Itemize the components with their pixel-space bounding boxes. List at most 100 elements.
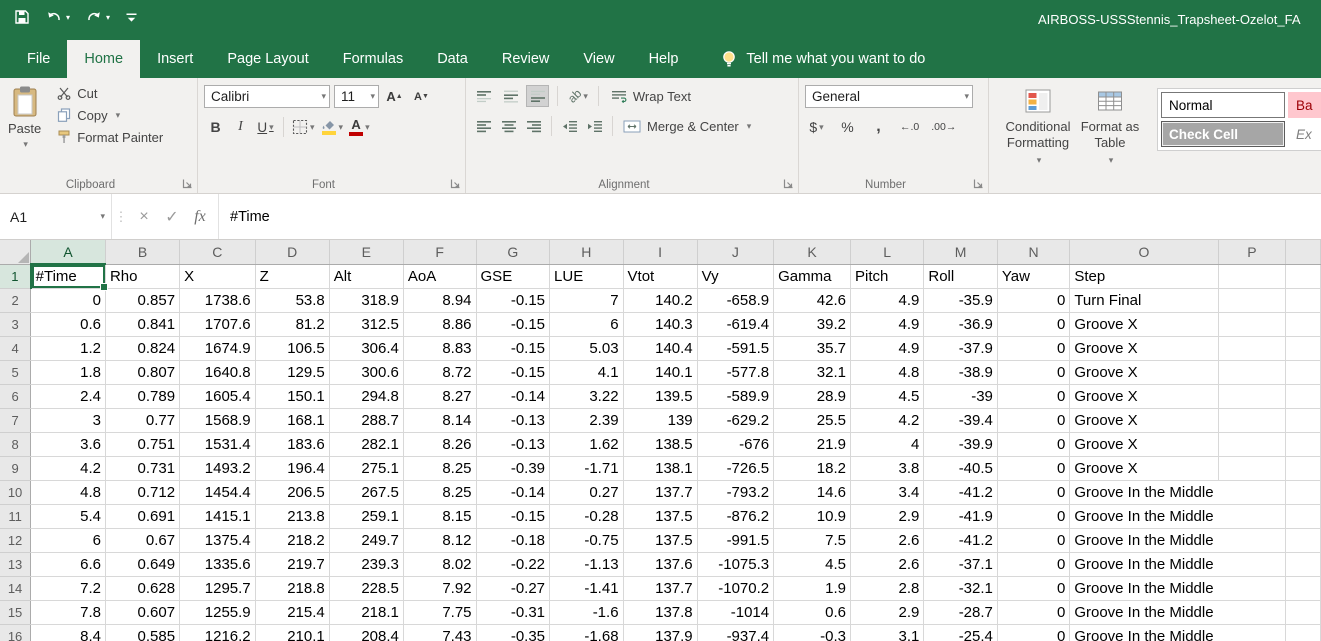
row-header-10[interactable]: 10 [0, 480, 31, 504]
increase-font-size-button[interactable]: A▲ [383, 86, 406, 108]
fill-color-dropdown-icon[interactable]: ▾ [339, 122, 344, 133]
cell-O11[interactable]: Groove In the Middle [1070, 504, 1218, 528]
redo-dropdown-icon[interactable]: ▾ [106, 13, 110, 22]
cell-J4[interactable]: -591.5 [697, 336, 773, 360]
row-header-12[interactable]: 12 [0, 528, 31, 552]
undo-dropdown-icon[interactable]: ▾ [66, 13, 70, 22]
cell-C7[interactable]: 1568.9 [180, 408, 256, 432]
cell-style-check[interactable]: Check Cell [1161, 121, 1285, 147]
cell-A16[interactable]: 8.4 [31, 624, 106, 641]
cell-O5[interactable]: Groove X [1070, 360, 1218, 384]
align-left-button[interactable] [472, 115, 495, 137]
cell-E7[interactable]: 288.7 [329, 408, 403, 432]
bottom-align-button[interactable] [526, 85, 549, 107]
cell-M9[interactable]: -40.5 [924, 456, 998, 480]
cell-E2[interactable]: 318.9 [329, 288, 403, 312]
row-header-9[interactable]: 9 [0, 456, 31, 480]
cell-L12[interactable]: 2.6 [851, 528, 924, 552]
cell-L8[interactable]: 4 [851, 432, 924, 456]
tab-home[interactable]: Home [67, 40, 140, 78]
cell-D4[interactable]: 106.5 [255, 336, 329, 360]
cell-B16[interactable]: 0.585 [105, 624, 179, 641]
cell-A9[interactable]: 4.2 [31, 456, 106, 480]
cell-C15[interactable]: 1255.9 [180, 600, 256, 624]
cell-J8[interactable]: -676 [697, 432, 773, 456]
cell-N3[interactable]: 0 [997, 312, 1069, 336]
column-header-C[interactable]: C [180, 240, 256, 264]
cell-style-explanatory[interactable]: Ex [1288, 121, 1321, 147]
cell-E1[interactable]: Alt [329, 264, 403, 288]
cell-B14[interactable]: 0.628 [105, 576, 179, 600]
cell-I15[interactable]: 137.8 [623, 600, 697, 624]
cell-F11[interactable]: 8.15 [403, 504, 476, 528]
cell-N4[interactable]: 0 [997, 336, 1069, 360]
cell-A8[interactable]: 3.6 [31, 432, 106, 456]
row-header-6[interactable]: 6 [0, 384, 31, 408]
cell-H8[interactable]: 1.62 [550, 432, 624, 456]
number-dialog-launcher[interactable] [973, 178, 984, 189]
borders-button[interactable]: ▾ [290, 116, 317, 138]
cell-O12[interactable]: Groove In the Middle [1070, 528, 1218, 552]
cell-N12[interactable]: 0 [997, 528, 1069, 552]
cell-H16[interactable]: -1.68 [550, 624, 624, 641]
conditional-formatting-button[interactable]: Conditional Formatting ▾ [999, 82, 1077, 166]
cell-M16[interactable]: -25.4 [924, 624, 998, 641]
cell-P11[interactable] [1218, 504, 1286, 528]
accounting-format-button[interactable]: $▾ [805, 116, 828, 138]
number-format-select[interactable]: General▾ [805, 85, 973, 108]
cell-style-bad[interactable]: Ba [1288, 92, 1321, 118]
cell-P14[interactable] [1218, 576, 1286, 600]
cell-H4[interactable]: 5.03 [550, 336, 624, 360]
cell-B11[interactable]: 0.691 [105, 504, 179, 528]
cell-L11[interactable]: 2.9 [851, 504, 924, 528]
cell-K16[interactable]: -0.3 [774, 624, 851, 641]
bold-button[interactable]: B [204, 116, 227, 138]
cell-A5[interactable]: 1.8 [31, 360, 106, 384]
cell-E13[interactable]: 239.3 [329, 552, 403, 576]
decrease-decimal-button[interactable]: .00→ [929, 116, 958, 138]
paste-button[interactable]: Paste ▾ [6, 82, 43, 150]
cell-P15[interactable] [1218, 600, 1286, 624]
column-header-P[interactable]: P [1218, 240, 1286, 264]
cell-partial-1[interactable] [1286, 264, 1321, 288]
cell-M11[interactable]: -41.9 [924, 504, 998, 528]
cell-H3[interactable]: 6 [550, 312, 624, 336]
customize-quick-access-button[interactable] [125, 11, 138, 24]
cell-A3[interactable]: 0.6 [31, 312, 106, 336]
cell-N8[interactable]: 0 [997, 432, 1069, 456]
cell-partial-7[interactable] [1286, 408, 1321, 432]
cell-C3[interactable]: 1707.6 [180, 312, 256, 336]
tab-data[interactable]: Data [420, 40, 485, 78]
formula-bar-resize-handle[interactable]: ⋮ [112, 194, 130, 239]
row-header-1[interactable]: 1 [0, 264, 31, 288]
cell-F1[interactable]: AoA [403, 264, 476, 288]
cell-I8[interactable]: 138.5 [623, 432, 697, 456]
cell-N15[interactable]: 0 [997, 600, 1069, 624]
column-header-L[interactable]: L [851, 240, 924, 264]
tab-insert[interactable]: Insert [140, 40, 210, 78]
cell-B13[interactable]: 0.649 [105, 552, 179, 576]
column-header-partial[interactable] [1286, 240, 1321, 264]
cell-G11[interactable]: -0.15 [476, 504, 550, 528]
merge-center-button[interactable]: Merge & Center▾ [619, 115, 755, 137]
column-header-J[interactable]: J [697, 240, 773, 264]
borders-dropdown-icon[interactable]: ▾ [310, 122, 315, 133]
cell-G6[interactable]: -0.14 [476, 384, 550, 408]
cell-A11[interactable]: 5.4 [31, 504, 106, 528]
cell-L9[interactable]: 3.8 [851, 456, 924, 480]
cell-A6[interactable]: 2.4 [31, 384, 106, 408]
cell-B5[interactable]: 0.807 [105, 360, 179, 384]
cell-K1[interactable]: Gamma [774, 264, 851, 288]
cell-K6[interactable]: 28.9 [774, 384, 851, 408]
number-format-dropdown-icon[interactable]: ▾ [964, 91, 969, 102]
cell-A7[interactable]: 3 [31, 408, 106, 432]
select-all-button[interactable] [0, 240, 31, 264]
cell-O14[interactable]: Groove In the Middle [1070, 576, 1218, 600]
save-button[interactable] [14, 9, 30, 25]
cell-K12[interactable]: 7.5 [774, 528, 851, 552]
column-header-I[interactable]: I [623, 240, 697, 264]
cell-B3[interactable]: 0.841 [105, 312, 179, 336]
cell-P16[interactable] [1218, 624, 1286, 641]
tab-help[interactable]: Help [632, 40, 696, 78]
cell-H14[interactable]: -1.41 [550, 576, 624, 600]
